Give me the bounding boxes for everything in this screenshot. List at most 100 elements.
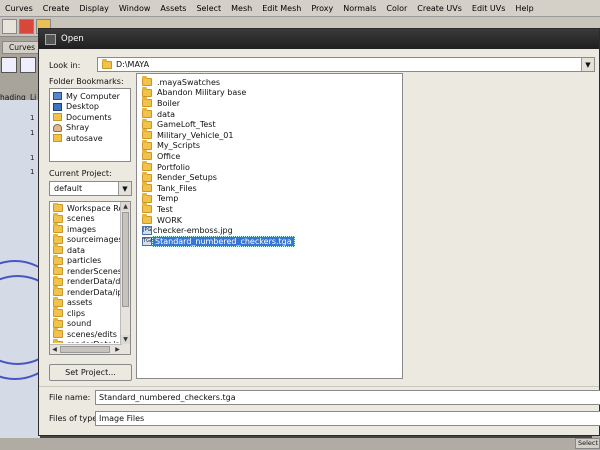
set-project-button[interactable]: Set Project...	[49, 364, 132, 381]
workspace-item[interactable]: scenes/edits	[50, 328, 122, 340]
bookmark-item[interactable]: Desktop	[50, 102, 130, 113]
shelf-tool-icon[interactable]	[2, 19, 17, 34]
workspace-item[interactable]: renderData/deptl	[50, 275, 122, 288]
folder-bookmarks-label: Folder Bookmarks:	[49, 77, 124, 86]
file-list-item[interactable]: Abandon Military base	[137, 86, 402, 99]
workspace-item[interactable]: sound	[50, 317, 122, 330]
menu-edit-uvs[interactable]: Edit UVs	[467, 4, 511, 13]
bookmark-item[interactable]: Documents	[50, 112, 130, 123]
folder-icon	[142, 86, 152, 97]
file-list-item[interactable]: Tank_Files	[137, 182, 402, 194]
shelf-button-icon[interactable]	[20, 57, 36, 73]
file-list-item[interactable]: Boiler	[137, 97, 402, 109]
file-list-item[interactable]: TGA Standard_numbered_checkers.tga	[137, 235, 402, 247]
scroll-down-icon[interactable]: ▼	[121, 335, 130, 344]
workspace-horizontal-scrollbar[interactable]: ◀ ▶	[50, 344, 122, 354]
file-list-item[interactable]: JPG checker-emboss.jpg	[137, 225, 402, 236]
file-name: GameLoft_Test	[157, 120, 216, 130]
bookmark-item[interactable]: Shray	[50, 123, 130, 134]
folder-icon	[53, 265, 63, 276]
menu-normals[interactable]: Normals	[338, 4, 381, 13]
scroll-right-icon[interactable]: ▶	[113, 345, 122, 354]
menu-proxy[interactable]: Proxy	[306, 4, 338, 13]
bookmark-item[interactable]: autosave	[50, 133, 130, 144]
current-project-select[interactable]: default ▼	[49, 181, 132, 196]
maya-status-bar: Select	[0, 438, 600, 450]
menu-create[interactable]: Create	[38, 4, 75, 13]
scrollbar-thumb[interactable]	[122, 212, 129, 307]
file-list-item[interactable]: My_Scripts	[137, 139, 402, 152]
maya-viewport[interactable]: 1 1 1 1	[0, 100, 40, 450]
file-list-item[interactable]: Military_Vehicle_01	[137, 129, 402, 141]
workspace-item[interactable]: assets	[50, 296, 122, 309]
menu-window[interactable]: Window	[114, 4, 156, 13]
workspace-item[interactable]: particles	[50, 254, 122, 267]
scroll-up-icon[interactable]: ▲	[121, 202, 130, 211]
menu-create-uvs[interactable]: Create UVs	[412, 4, 467, 13]
file-name: Military_Vehicle_01	[157, 130, 234, 140]
menu-color[interactable]: Color	[381, 4, 412, 13]
file-list-item[interactable]: .mayaSwatches	[137, 76, 402, 88]
workspace-item[interactable]: renderData/iprIm	[50, 286, 122, 298]
file-list-item[interactable]: GameLoft_Test	[137, 118, 402, 130]
workspace-item-label: clips	[67, 308, 86, 318]
folder-icon	[142, 97, 152, 108]
tab-curves[interactable]: Curves	[2, 41, 40, 54]
viewport-readout: 1	[30, 154, 35, 162]
workspace-item[interactable]: images	[50, 223, 122, 235]
menu-edit-mesh[interactable]: Edit Mesh	[257, 4, 306, 13]
workspace-vertical-scrollbar[interactable]: ▲ ▼	[120, 202, 130, 354]
folder-icon	[142, 129, 152, 140]
files-of-type-select[interactable]: Image Files	[95, 411, 600, 426]
workspace-item-label: images	[67, 224, 97, 234]
file-list-item[interactable]: Render_Setups	[137, 171, 402, 183]
bookmark-item[interactable]: My Computer	[50, 91, 130, 102]
file-name-value: Standard_numbered_checkers.tga	[99, 393, 236, 402]
chevron-down-icon[interactable]: ▼	[118, 182, 131, 195]
folder-icon	[142, 214, 152, 225]
file-list-item[interactable]: Portfolio	[137, 161, 402, 173]
folder-icon	[53, 307, 63, 318]
dialog-titlebar[interactable]: Open	[39, 29, 599, 49]
workspace-item[interactable]: scenes	[50, 212, 122, 225]
look-in-select[interactable]: D:\MAYA ▼	[97, 57, 595, 72]
folder-icon	[142, 150, 152, 161]
viewport-readout: 1	[30, 114, 35, 122]
file-list[interactable]: .mayaSwatches Abandon Military base Boiler…	[136, 73, 403, 379]
workspace-item[interactable]: sourceimages	[50, 233, 122, 246]
menu-mesh[interactable]: Mesh	[226, 4, 257, 13]
workspace-item[interactable]: Workspace Root	[50, 203, 122, 214]
file-name: data	[157, 109, 176, 119]
file-list-item[interactable]: Test	[137, 203, 402, 215]
folder-icon	[53, 286, 63, 297]
file-list-item[interactable]: Temp	[137, 192, 402, 205]
menu-assets[interactable]: Assets	[155, 4, 191, 13]
menu-help[interactable]: Help	[510, 4, 538, 13]
menu-display[interactable]: Display	[74, 4, 114, 13]
workspace-item[interactable]: clips	[50, 307, 122, 319]
workspace-item[interactable]: renderData/shad	[50, 338, 122, 343]
file-name-input[interactable]: Standard_numbered_checkers.tga	[95, 390, 600, 405]
file-list-item[interactable]: Office	[137, 150, 402, 162]
viewport-readout: 1	[30, 168, 35, 176]
scrollbar-thumb[interactable]	[60, 346, 110, 353]
shelf-tool-icon[interactable]	[19, 19, 34, 34]
workspace-list[interactable]: Workspace Rootscenesimagessourceimagesda…	[49, 201, 131, 355]
file-name: Abandon Military base	[157, 88, 247, 98]
file-list-item[interactable]: data	[137, 108, 402, 120]
file-name: checker-emboss.jpg	[153, 226, 233, 236]
shelf-button-icon[interactable]	[1, 57, 17, 73]
file-list-item[interactable]: WORK	[137, 214, 402, 226]
workspace-item[interactable]: renderScenes	[50, 265, 122, 277]
bookmarks-list[interactable]: My Computer Desktop Documents Shray autosave	[49, 88, 131, 162]
folder-icon	[53, 338, 63, 343]
scroll-left-icon[interactable]: ◀	[50, 345, 59, 354]
chevron-down-icon[interactable]: ▼	[581, 58, 594, 71]
menu-select[interactable]: Select	[191, 4, 226, 13]
menu-curves[interactable]: Curves	[0, 4, 38, 13]
folder-icon	[142, 139, 152, 150]
file-name: Render_Setups	[157, 173, 217, 183]
select-button[interactable]: Select	[575, 438, 600, 449]
workspace-item-label: assets	[67, 298, 93, 308]
workspace-item[interactable]: data	[50, 244, 122, 256]
